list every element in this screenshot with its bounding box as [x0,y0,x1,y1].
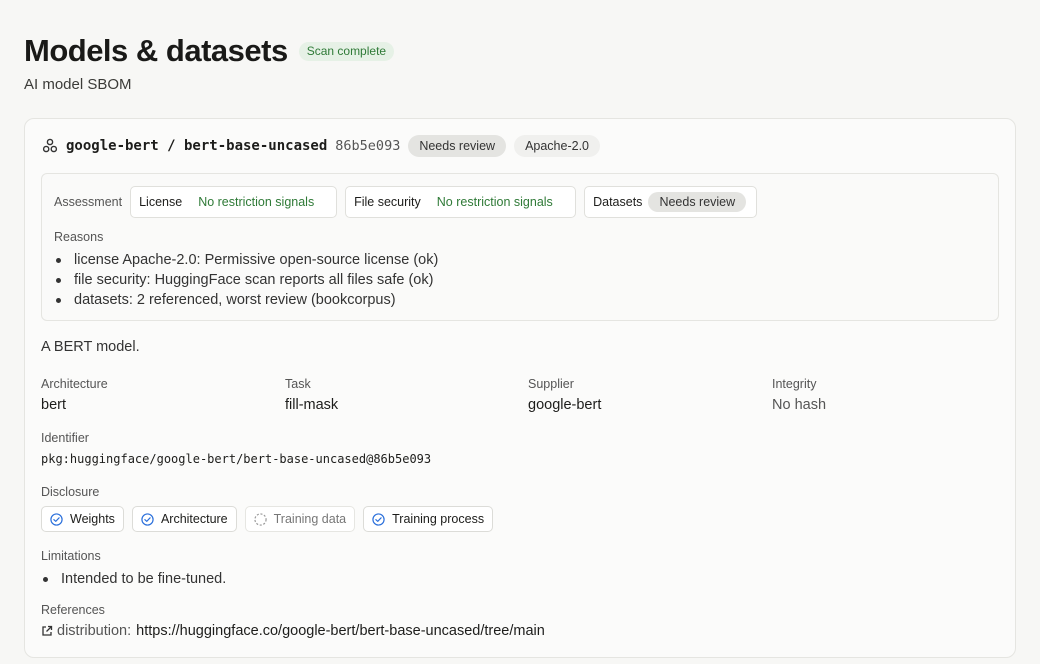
distribution-link[interactable]: https://huggingface.co/google-bert/bert-… [136,623,545,639]
model-card: google-bert / bert-base-uncased 86b5e093… [24,118,1016,658]
list-item: Intended to be fine-tuned. [41,569,226,589]
list-item: license Apache-2.0: Permissive open-sour… [54,250,438,270]
identifier-label: Identifier [41,431,89,445]
assessment-label: Assessment [54,195,123,209]
model-sha: 86b5e093 [335,138,401,154]
page-subtitle: AI model SBOM [24,76,132,93]
models-icon [42,138,58,154]
model-heading: google-bert / bert-base-uncased 86b5e093… [42,135,600,157]
check-circle-icon [372,512,385,526]
disclosure-section: Disclosure Weights Architecture Training… [41,485,501,532]
meta-key: Integrity [772,377,817,391]
disclosure-label-text: Weights [70,512,115,526]
list-item: datasets: 2 referenced, worst review (bo… [54,290,438,310]
assessment-chip-file-security: File security No restriction signals [345,186,577,218]
model-name: google-bert / bert-base-uncased [66,138,328,154]
meta-key: Task [285,377,311,391]
external-link-icon [42,625,53,636]
chip-key: License [139,195,183,209]
identifier-section: Identifier pkg:huggingface/google-bert/b… [41,431,431,466]
disclosure-label-text: Architecture [160,512,228,526]
meta-integrity: Integrity No hash [772,377,826,413]
page-title: Models & datasets [24,33,288,68]
meta-supplier: Supplier google-bert [528,377,601,413]
disclosure-training-data: Training data [244,506,356,532]
assessment-panel: Assessment License No restriction signal… [41,173,999,321]
disclosure-chips: Weights Architecture Training data Train… [41,506,501,532]
meta-architecture: Architecture bert [41,377,108,413]
chip-value: No restriction signals [436,195,553,209]
reference-item: distribution: https://huggingface.co/goo… [41,623,545,639]
limitations-list: Intended to be fine-tuned. [41,569,226,589]
disclosure-weights: Weights [41,506,124,532]
meta-value: fill-mask [285,397,339,413]
disclosure-training-process: Training process [363,506,494,532]
chip-value: No restriction signals [198,195,315,209]
assessment-chip-license: License No restriction signals [130,186,338,218]
limitations-section: Limitations Intended to be fine-tuned. [41,549,226,589]
reasons-section: Reasons license Apache-2.0: Permissive o… [54,230,438,310]
reasons-list: license Apache-2.0: Permissive open-sour… [54,250,438,310]
assessment-chip-datasets: Datasets Needs review [584,186,758,218]
check-circle-icon [50,512,63,526]
limitations-label: Limitations [41,549,101,563]
meta-value: google-bert [528,397,602,413]
metadata-grid: Architecture bert Task fill-mask Supplie… [41,377,999,417]
license-badge: Apache-2.0 [514,135,600,157]
meta-key: Architecture [41,377,108,391]
scan-status-badge: Scan complete [298,41,395,61]
review-badge: Needs review [408,135,507,157]
disclosure-label-text: Training process [392,512,485,526]
model-description: A BERT model. [41,339,140,355]
meta-value: bert [41,397,66,413]
references-section: References distribution: https://hugging… [41,603,545,639]
assessment-row: Assessment License No restriction signal… [54,186,765,218]
disclosure-label: Disclosure [41,485,100,499]
references-label: References [41,603,105,617]
disclosure-label-text: Training data [273,512,347,526]
chip-key: File security [354,195,421,209]
list-item: file security: HuggingFace scan reports … [54,270,438,290]
check-circle-icon [141,512,154,526]
dashed-circle-icon [253,512,267,526]
meta-task: Task fill-mask [285,377,338,413]
title-row: Models & datasets Scan complete [24,32,1016,70]
meta-key: Supplier [528,377,574,391]
chip-value: Needs review [648,192,747,212]
disclosure-architecture: Architecture [131,506,237,532]
meta-value: No hash [772,397,827,413]
page-header: Models & datasets Scan complete AI model… [24,32,1016,102]
reference-key: distribution: [57,623,132,639]
chip-key: Datasets [593,195,643,209]
package-url: pkg:huggingface/google-bert/bert-base-un… [41,452,432,466]
reasons-label: Reasons [54,230,104,244]
